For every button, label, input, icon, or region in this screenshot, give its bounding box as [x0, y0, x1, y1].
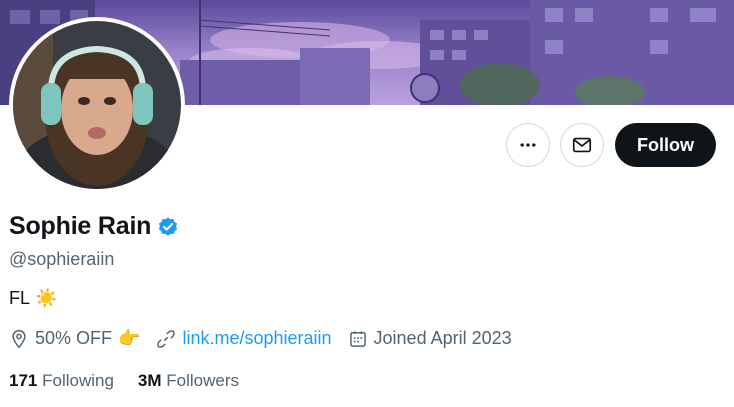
profile-meta: 50% OFF 👉 link.me/sophieraiin Joined Apr…: [9, 328, 528, 349]
avatar[interactable]: [13, 21, 181, 189]
avatar-frame[interactable]: [9, 17, 185, 193]
more-horizontal-icon: [520, 143, 536, 147]
profile-bio: FL ☀️: [9, 288, 57, 309]
website-item: link.me/sophieraiin: [156, 328, 332, 349]
profile-handle: @sophieraiin: [9, 249, 115, 269]
joined-item: Joined April 2023: [348, 328, 512, 349]
profile-name-row: Sophie Rain: [9, 212, 179, 241]
following-count: 171: [9, 371, 38, 390]
message-button[interactable]: [560, 123, 604, 167]
followers-count: 3M: [137, 371, 162, 390]
followers-label: Followers: [166, 371, 240, 390]
pointing-hand-emoji: 👉: [118, 328, 141, 348]
profile-actions: Follow: [506, 123, 716, 167]
joined-text: Joined April 2023: [373, 328, 512, 348]
profile-stats: 171 Following 3M Followers: [9, 371, 239, 391]
calendar-icon: [349, 331, 366, 347]
following-label: Following: [42, 371, 114, 390]
more-options-button[interactable]: [506, 123, 550, 167]
sun-emoji: ☀️: [35, 288, 58, 308]
verified-badge-icon[interactable]: [157, 216, 179, 238]
location-item: 50% OFF 👉: [9, 328, 140, 349]
avatar-image: [13, 21, 181, 189]
website-link[interactable]: link.me/sophieraiin: [182, 328, 331, 349]
following-link[interactable]: 171 Following: [9, 371, 114, 391]
link-icon: [157, 329, 176, 348]
followers-link[interactable]: 3M Followers: [138, 371, 239, 391]
location-text: 50% OFF: [35, 328, 113, 348]
follow-button[interactable]: Follow: [615, 123, 716, 167]
profile-name: Sophie Rain: [9, 212, 152, 240]
location-pin-icon: [12, 329, 26, 348]
bio-text: FL: [9, 288, 31, 308]
envelope-icon: [572, 137, 592, 153]
